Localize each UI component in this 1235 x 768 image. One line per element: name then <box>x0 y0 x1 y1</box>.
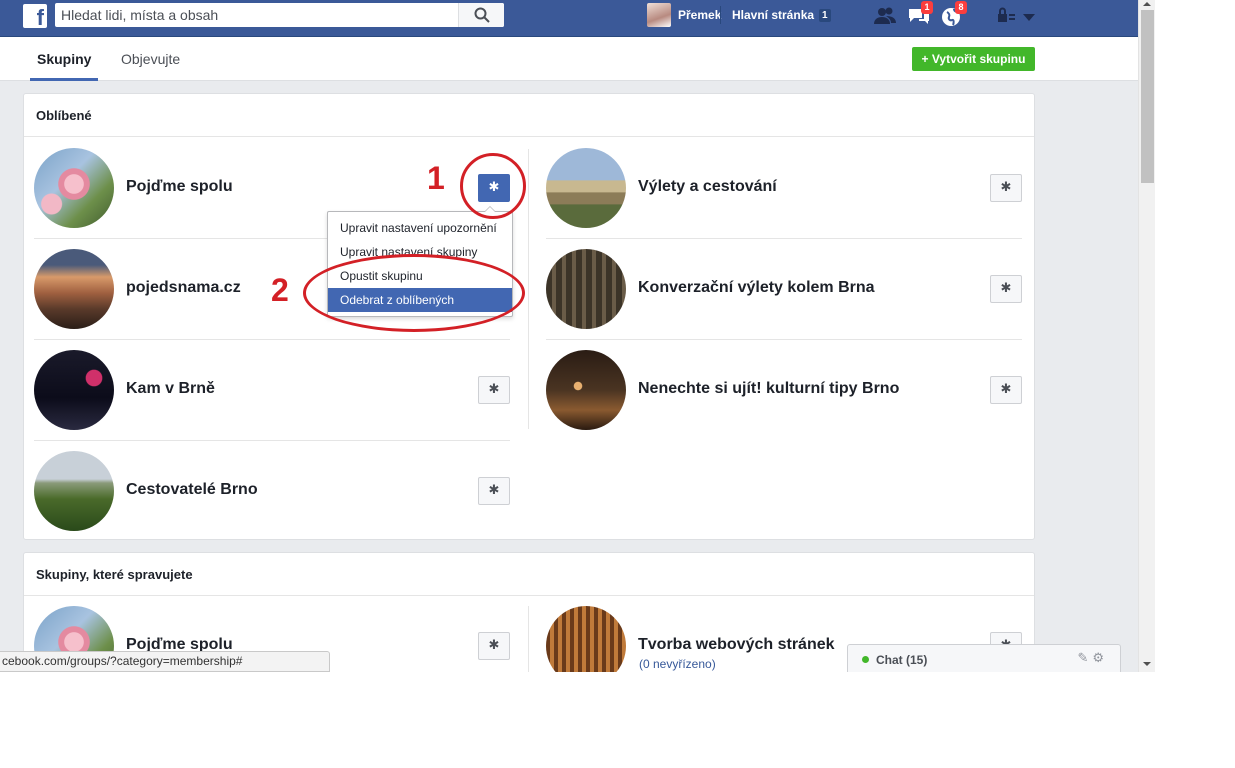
group-thumbnail <box>546 350 626 430</box>
online-status-dot <box>862 656 869 663</box>
scrollbar[interactable] <box>1138 0 1155 672</box>
privacy-icon[interactable] <box>997 6 1021 28</box>
search-icon <box>474 7 490 23</box>
scroll-down-arrow[interactable] <box>1143 662 1151 666</box>
pending-count[interactable]: (0 nevyřízeno) <box>639 657 716 671</box>
group-name[interactable]: Pojďme spolu <box>126 178 233 196</box>
group-thumbnail <box>34 350 114 430</box>
divider <box>720 6 721 24</box>
facebook-logo[interactable]: f <box>23 4 47 30</box>
group-item-nenechte-si-ujit[interactable]: Nenechte si ujít! kulturní tipy Brno ✱ <box>546 340 1022 441</box>
column-divider <box>528 149 529 429</box>
group-name[interactable]: Nenechte si ujít! kulturní tipy Brno <box>638 380 899 398</box>
tab-discover[interactable]: Objevujte <box>121 37 180 81</box>
column-divider <box>528 606 529 672</box>
gear-icon[interactable]: ⚙ <box>1092 651 1108 666</box>
profile-link[interactable]: Přemek <box>647 3 721 27</box>
edit-icon[interactable]: ✎ <box>1077 651 1092 666</box>
search-button[interactable] <box>458 3 504 27</box>
group-settings-button[interactable]: ✱ <box>478 477 510 505</box>
group-item-kam-v-brne[interactable]: Kam v Brně ✱ <box>34 340 510 441</box>
group-thumbnail <box>546 148 626 228</box>
messages-badge: 1 <box>921 1 933 14</box>
browser-viewport: f Přemek Hlavní stránka 1 1 8 <box>0 0 1138 672</box>
chat-bar[interactable]: Chat (15) ✎⚙ <box>847 644 1121 672</box>
home-label: Hlavní stránka <box>732 8 815 22</box>
scrollbar-thumb[interactable] <box>1141 10 1154 183</box>
annotation-number-2: 2 <box>271 272 289 308</box>
chat-options: ✎⚙ <box>1077 651 1108 666</box>
home-link[interactable]: Hlavní stránka 1 <box>720 6 831 24</box>
group-thumbnail <box>546 249 626 329</box>
create-group-button[interactable]: + Vytvořit skupinu <box>912 47 1035 71</box>
group-name[interactable]: Kam v Brně <box>126 380 215 398</box>
home-count-badge: 1 <box>819 8 831 22</box>
group-thumbnail <box>546 606 626 672</box>
group-item-konverzacni-vylety[interactable]: Konverzační výlety kolem Brna ✱ <box>546 239 1022 340</box>
scroll-up-arrow[interactable] <box>1143 2 1151 6</box>
menu-item-notification-settings[interactable]: Upravit nastavení upozornění <box>328 216 512 240</box>
annotation-circle-1 <box>460 153 526 219</box>
annotation-number-1: 1 <box>427 160 445 196</box>
favorites-card: Oblíbené Pojďme spolu ✱ Výlety a cestová… <box>23 93 1035 540</box>
notifications-badge: 8 <box>955 1 967 14</box>
group-settings-button[interactable]: ✱ <box>478 632 510 660</box>
group-thumbnail <box>34 148 114 228</box>
annotation-circle-2 <box>303 254 525 332</box>
chat-label: Chat (15) <box>876 653 928 667</box>
status-bar-url: cebook.com/groups/?category=membership# <box>0 651 330 672</box>
friends-icon[interactable] <box>873 6 897 28</box>
search-input[interactable] <box>55 3 458 27</box>
notifications-icon[interactable]: 8 <box>941 1 967 28</box>
group-settings-button[interactable]: ✱ <box>478 376 510 404</box>
divider <box>24 136 1034 137</box>
group-name[interactable]: Cestovatelé Brno <box>126 481 258 499</box>
group-name[interactable]: Konverzační výlety kolem Brna <box>638 279 875 297</box>
account-menu-icon[interactable] <box>1022 10 1036 21</box>
group-settings-button[interactable]: ✱ <box>990 174 1022 202</box>
top-bar: f Přemek Hlavní stránka 1 1 8 <box>0 0 1138 37</box>
avatar <box>647 3 671 27</box>
group-name[interactable]: Výlety a cestování <box>638 178 777 196</box>
messages-icon[interactable]: 1 <box>907 1 933 28</box>
group-name[interactable]: pojedsnama.cz <box>126 279 241 297</box>
groups-nav: Skupiny Objevujte + Vytvořit skupinu <box>0 37 1138 81</box>
user-name: Přemek <box>678 8 722 22</box>
tab-groups[interactable]: Skupiny <box>30 37 99 81</box>
group-thumbnail <box>34 451 114 531</box>
search-box <box>55 3 504 27</box>
group-thumbnail <box>34 249 114 329</box>
group-name[interactable]: Tvorba webových stránek <box>638 636 835 654</box>
group-item-cestovatele-brno[interactable]: Cestovatelé Brno ✱ <box>34 441 510 542</box>
group-item-vylety-a-cestovani[interactable]: Výlety a cestování ✱ <box>546 138 1022 239</box>
managed-title: Skupiny, které spravujete <box>36 567 193 582</box>
group-settings-button[interactable]: ✱ <box>990 275 1022 303</box>
favorites-title: Oblíbené <box>36 108 92 123</box>
group-settings-button[interactable]: ✱ <box>990 376 1022 404</box>
